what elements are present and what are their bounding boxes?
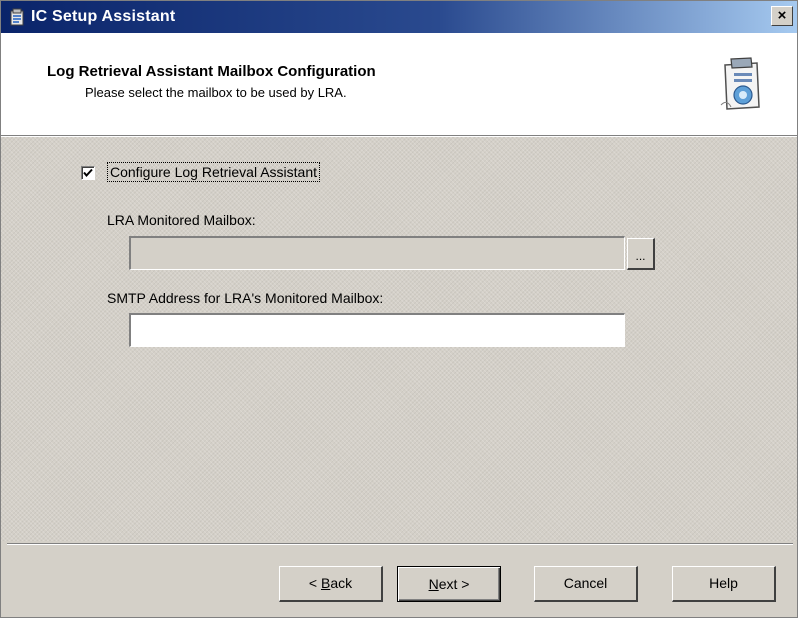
window-title: IC Setup Assistant [31, 8, 176, 25]
checkmark-icon [83, 168, 93, 178]
configure-lra-checkbox[interactable] [81, 166, 95, 180]
smtp-address-field[interactable] [129, 313, 625, 347]
next-button[interactable]: Next > [397, 566, 501, 602]
browse-mailbox-button[interactable]: ... [627, 238, 655, 270]
wizard-header: Log Retrieval Assistant Mailbox Configur… [1, 33, 797, 136]
page-title: Log Retrieval Assistant Mailbox Configur… [47, 63, 376, 80]
mailbox-label: LRA Monitored Mailbox: [107, 212, 256, 228]
setup-icon [10, 8, 24, 26]
close-icon: × [777, 7, 787, 24]
next-button-hotkey: N [428, 575, 439, 592]
smtp-address-label: SMTP Address for LRA's Monitored Mailbox… [107, 290, 384, 306]
cancel-button[interactable]: Cancel [534, 566, 638, 602]
wizard-icon [720, 57, 760, 110]
configure-lra-label[interactable]: Configure Log Retrieval Assistant [107, 162, 320, 182]
back-button[interactable]: < Back [279, 566, 383, 602]
setup-assistant-window: IC Setup Assistant × Log Retrieval Assis… [0, 0, 798, 618]
back-button-prefix: < [308, 575, 321, 591]
mailbox-field[interactable] [129, 236, 625, 270]
page-subtitle: Please select the mailbox to be used by … [85, 85, 347, 100]
next-button-label: ext > [438, 575, 470, 592]
footer-divider [7, 543, 793, 545]
ellipsis-icon: ... [635, 249, 646, 263]
close-button[interactable]: × [771, 6, 793, 26]
help-button[interactable]: Help [672, 566, 776, 602]
back-button-hotkey: B [320, 575, 331, 591]
title-bar[interactable]: IC Setup Assistant × [1, 1, 797, 33]
back-button-label: ack [330, 575, 353, 591]
